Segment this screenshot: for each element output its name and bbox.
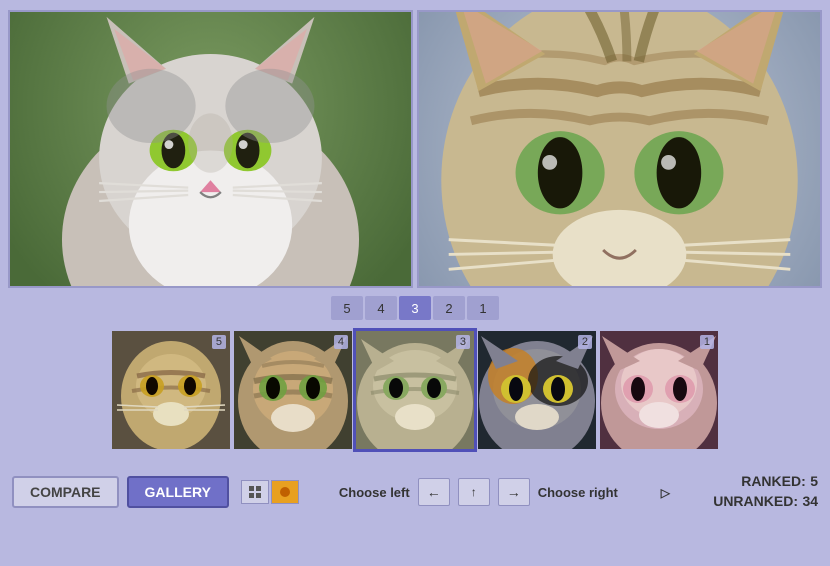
thumb-rank-label-2: 2 — [578, 335, 592, 349]
ranked-value: 5 — [810, 473, 818, 489]
ranked-label: RANKED: — [741, 473, 806, 489]
unranked-value: 34 — [802, 493, 818, 509]
list-view-toggle[interactable] — [271, 480, 299, 504]
rank-bar: 5 4 3 2 1 — [0, 290, 830, 326]
ranked-stat: RANKED: 5 — [741, 473, 818, 491]
thumbnail-strip: 5 4 — [0, 326, 830, 454]
rank-btn-5[interactable]: 5 — [331, 296, 363, 320]
thumbnail-1[interactable]: 1 — [600, 331, 718, 449]
compare-button[interactable]: COMPARE — [12, 476, 119, 508]
unranked-label: UNRANKED: — [713, 493, 798, 509]
thumb-rank-label-3: 3 — [456, 335, 470, 349]
nav-left-button[interactable]: ← — [418, 478, 450, 506]
nav-right-button[interactable]: → — [498, 478, 530, 506]
toggle-group — [241, 480, 299, 504]
left-preview-image[interactable] — [8, 10, 413, 288]
right-preview-image[interactable] — [417, 10, 822, 288]
grid-view-toggle[interactable] — [241, 480, 269, 504]
choose-left-label: Choose left — [339, 485, 410, 500]
thumbnail-2[interactable]: 2 — [478, 331, 596, 449]
thumbnail-3[interactable]: 3 — [356, 331, 474, 449]
thumb-rank-label-4: 4 — [334, 335, 348, 349]
thumb-rank-label-5: 5 — [212, 335, 226, 349]
rank-btn-3[interactable]: 3 — [399, 296, 431, 320]
unranked-stat: UNRANKED: 34 — [713, 493, 818, 511]
thumbnail-5[interactable]: 5 — [112, 331, 230, 449]
cursor-indicator: ▹ — [661, 480, 671, 505]
rank-btn-2[interactable]: 2 — [433, 296, 465, 320]
bottom-bar: COMPARE GALLERY Choose left ← ↑ → Choose… — [0, 464, 830, 520]
stats-area: RANKED: 5 UNRANKED: 34 — [713, 473, 818, 511]
rank-btn-4[interactable]: 4 — [365, 296, 397, 320]
nav-up-button[interactable]: ↑ — [458, 478, 490, 506]
choose-right-label: Choose right — [538, 485, 618, 500]
preview-area — [0, 0, 830, 290]
gallery-button[interactable]: GALLERY — [127, 476, 229, 508]
thumbnail-4[interactable]: 4 — [234, 331, 352, 449]
rank-btn-1[interactable]: 1 — [467, 296, 499, 320]
thumb-rank-label-1: 1 — [700, 335, 714, 349]
